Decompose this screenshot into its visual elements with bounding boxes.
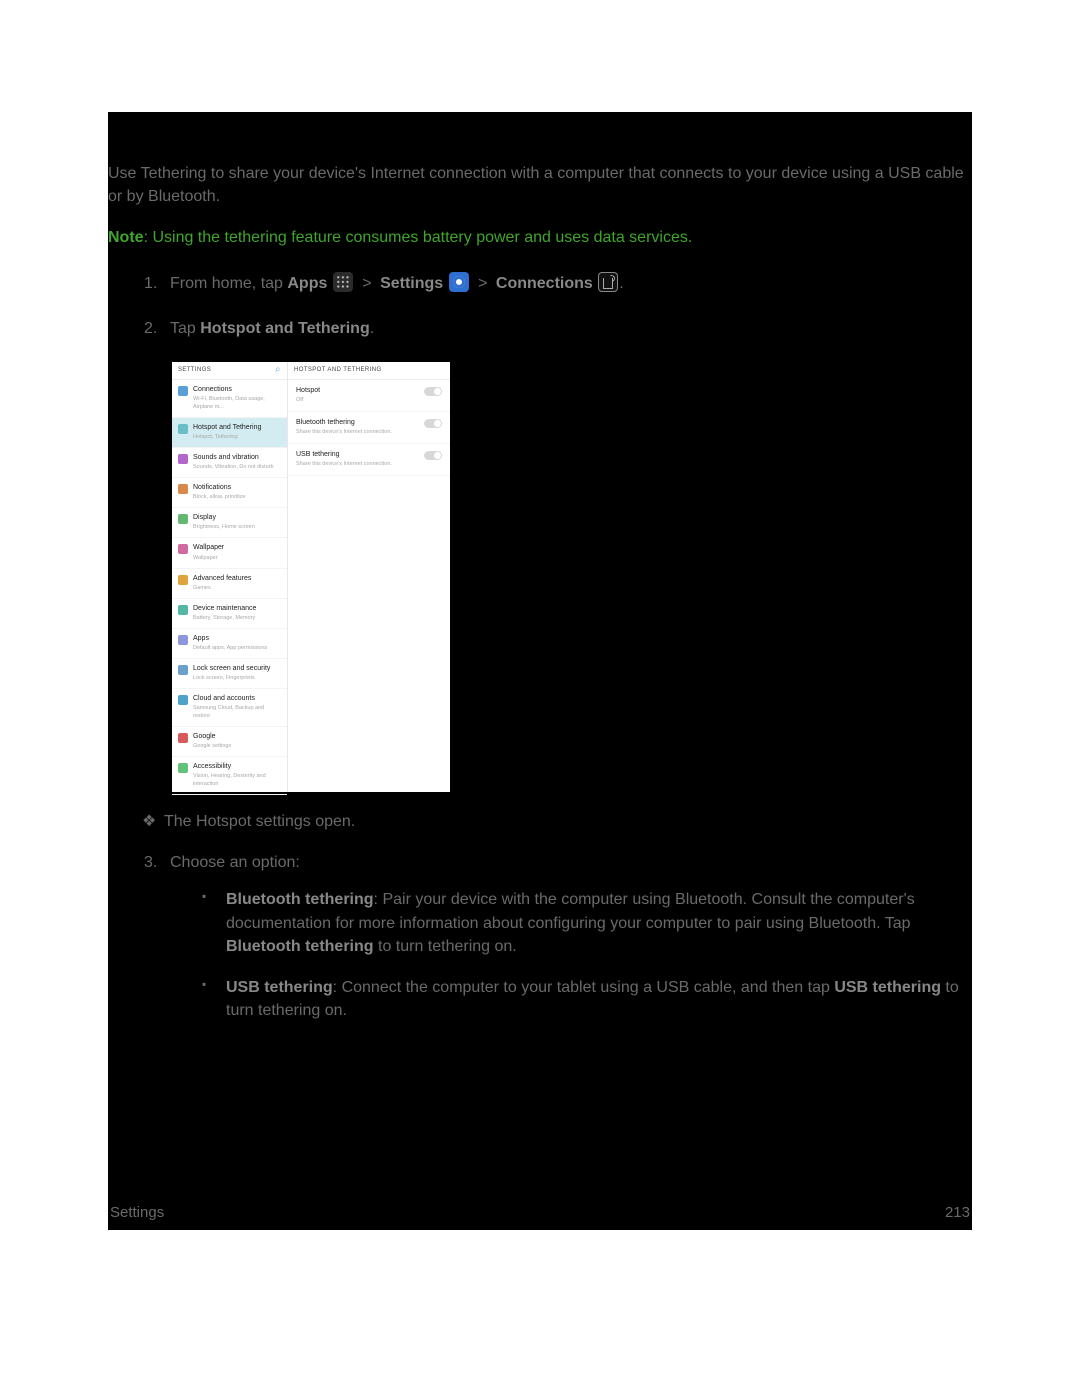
shot-right-row: HotspotOff [288,380,450,412]
settings-label: Settings [380,275,443,292]
usb-bold: USB tethering [834,979,941,996]
hotspot-tethering-label: Hotspot and Tethering [200,320,369,337]
intro-text: Use Tethering to share your device's Int… [108,130,972,208]
usb-title: USB tethering [226,979,333,996]
note-label: Note [108,229,144,246]
shot-left-row: NotificationsBlock, allow, prioritize [172,478,287,508]
toggle-icon [424,419,442,428]
shot-left-row: WallpaperWallpaper [172,538,287,568]
shot-left-row: Hotspot and TetheringHotspot, Tethering [172,418,287,448]
option-bluetooth: Bluetooth tethering: Pair your device wi… [198,888,972,958]
shot-left-row: AppsDefault apps, App permissions [172,629,287,659]
option-usb: USB tethering: Connect the computer to y… [198,976,972,1022]
connections-icon [598,272,618,292]
step-2-number: 2. [144,317,157,340]
step-3-number: 3. [144,851,157,874]
footer-section: Settings [110,1202,164,1224]
step-2-result: ❖The Hotspot settings open. [142,810,972,833]
gear-icon [449,272,469,292]
toggle-icon [424,387,442,396]
sep-2: > [474,275,496,292]
shot-left-row: Lock screen and securityLock screen, Fin… [172,659,287,689]
apps-label: Apps [287,275,327,292]
connections-label: Connections [496,275,593,292]
shot-left-row: Cloud and accountsSamsung Cloud, Backup … [172,689,287,727]
note-line: Note: Using the tethering feature consum… [108,226,970,249]
shot-right-header: HOTSPOT AND TETHERING [288,362,450,380]
shot-right-row: USB tetheringShare this device's Interne… [288,444,450,476]
shot-settings-header: SETTINGS ⌕ [172,362,287,380]
diamond-bullet-icon: ❖ [142,810,164,833]
steps-list-2: 3. Choose an option: Bluetooth tethering… [108,851,972,1022]
shot-left-row: DisplayBrightness, Home screen [172,508,287,538]
bt-text-c: to turn tethering on. [374,938,517,955]
shot-right-title: HOTSPOT AND TETHERING [294,366,382,375]
shot-right-pane: HOTSPOT AND TETHERING HotspotOffBluetoot… [288,362,450,792]
usb-text-a: : Connect the computer to your tablet us… [333,979,835,996]
shot-left-pane: SETTINGS ⌕ ConnectionsWi-Fi, Bluetooth, … [172,362,288,792]
step-1: 1. From home, tap Apps > Settings > Conn… [144,272,972,295]
sep-1: > [358,275,380,292]
shot-settings-title: SETTINGS [178,366,211,375]
step-1-tail: . [619,275,623,292]
shot-left-row: ConnectionsWi-Fi, Bluetooth, Data usage,… [172,380,287,418]
shot-left-row: Device maintenanceBattery, Storage, Memo… [172,599,287,629]
footer-page-number: 213 [945,1202,970,1224]
search-icon: ⌕ [275,365,281,375]
shot-left-row: Sounds and vibrationSounds, Vibration, D… [172,448,287,478]
shot-left-row: Advanced featuresGames [172,569,287,599]
apps-icon [333,272,353,292]
bt-title: Bluetooth tethering [226,891,374,908]
page-footer: Settings 213 [110,1202,970,1224]
step-3: 3. Choose an option: Bluetooth tethering… [144,851,972,1022]
bt-bold: Bluetooth tethering [226,938,374,955]
steps-list: 1. From home, tap Apps > Settings > Conn… [108,272,972,340]
step-2-pre: Tap [170,320,200,337]
manual-page: Use Tethering to share your device's Int… [108,112,972,1230]
shot-left-row: AccessibilityVision, Hearing, Dexterity … [172,757,287,795]
options-list: Bluetooth tethering: Pair your device wi… [198,888,972,1022]
note-text: : Using the tethering feature consumes b… [144,229,693,246]
result-text: The Hotspot settings open. [164,813,355,830]
shot-right-row: Bluetooth tetheringShare this device's I… [288,412,450,444]
step-1-pre: From home, tap [170,275,287,292]
step-1-number: 1. [144,272,157,295]
shot-left-row: GoogleGoogle settings [172,727,287,757]
step-2-tail: . [370,320,374,337]
step-3-text: Choose an option: [170,854,300,871]
toggle-icon [424,451,442,460]
embedded-screenshot: SETTINGS ⌕ ConnectionsWi-Fi, Bluetooth, … [172,362,450,792]
step-2: 2. Tap Hotspot and Tethering. [144,317,972,340]
